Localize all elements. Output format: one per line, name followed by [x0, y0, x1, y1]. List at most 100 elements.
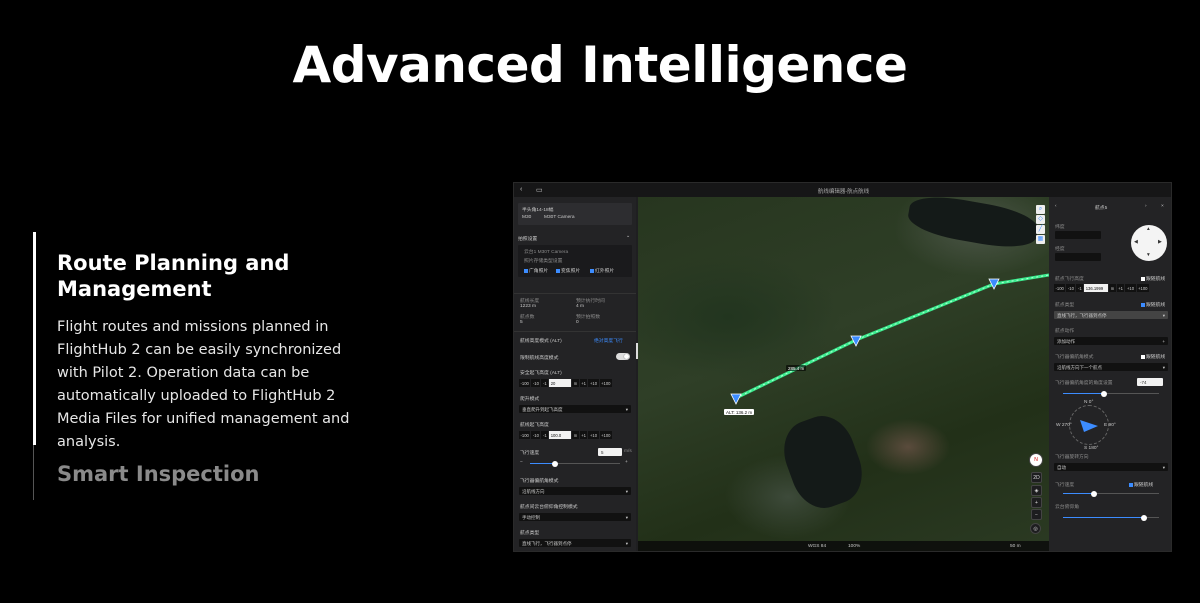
zoom-out-icon[interactable]: −	[1031, 509, 1042, 520]
layers-icon[interactable]: ◈	[1031, 485, 1042, 496]
waypoint-action-label: 航点动作	[1055, 329, 1075, 334]
gimbal-pitch-slider[interactable]	[1063, 514, 1159, 521]
follow-route-checkbox[interactable]: 跟随航线	[1141, 353, 1165, 360]
speed-unit: m/s	[624, 449, 632, 454]
waypoint-speed-label: 飞行速度	[1055, 483, 1075, 488]
zoom-level: 100%	[848, 544, 861, 549]
search-icon[interactable]: ⌕	[1036, 205, 1045, 214]
waypoint-altitude-label: 航点飞行高度	[1055, 277, 1084, 282]
app-titlebar: ‹ ▭ 航线编辑器-航点航线	[514, 183, 1171, 197]
heading-mode-label: 飞行器偏航角模式	[520, 479, 559, 484]
altitude-mode-link[interactable]: 绝对高度飞行	[594, 337, 623, 344]
segment-distance-label: 285.4 m	[786, 365, 807, 371]
map-scale: 50 m	[1010, 544, 1021, 549]
view-2d-toggle[interactable]: 2D	[1031, 472, 1042, 483]
locate-icon[interactable]: ◎	[1030, 523, 1041, 534]
route-time-value: 4 m	[576, 304, 584, 309]
latitude-input[interactable]	[1055, 231, 1101, 239]
latitude-label: 纬度	[1055, 225, 1065, 230]
plus-icon[interactable]: +	[625, 460, 628, 465]
waypoint-type-select[interactable]: 直线飞行，飞行器到点停 ▾	[1054, 311, 1168, 319]
waypoint-type-label: 航点类型	[1055, 303, 1075, 308]
route-info-card[interactable]: 半头角14-18幅 M30 M30T Camera	[518, 203, 632, 225]
position-dpad[interactable]: ▲ ▼ ◀ ▶	[1131, 225, 1167, 261]
satellite-map[interactable]: ALT: 136.2 m 285.4 m ⌕ ◇ ╱ ▦ N 2D ◈ + − …	[638, 197, 1049, 551]
photos-value: 0	[576, 320, 579, 325]
follow-route-checkbox[interactable]: 跟随航线	[1141, 301, 1165, 308]
gimbal-mode-select[interactable]: 手动控制 ▾	[519, 513, 631, 521]
heading-mode-select[interactable]: 沿航线方向 ▾	[519, 487, 631, 495]
follow-route-checkbox[interactable]: 跟随航线	[1141, 275, 1165, 282]
yaw-mode-select[interactable]: 沿航线方向下一个航点 ▾	[1054, 363, 1168, 371]
yaw-mode-label: 飞行器偏航角模式	[1055, 355, 1094, 360]
altitude-mode-label: 航线高度模式 (ALT)	[520, 339, 562, 344]
climb-mode-select[interactable]: 垂直爬升到起飞高度 ▾	[519, 405, 631, 413]
climb-altitude-stepper[interactable]: -100 -10 -1 100.0 m +1 +10 +100	[519, 431, 613, 439]
feature-list-divider	[33, 445, 34, 500]
route-name: 半头角14-18幅	[522, 208, 554, 213]
route-settings-panel: 半头角14-18幅 M30 M30T Camera 拍照设置 ⌄ 云台1 M30…	[514, 197, 636, 551]
safe-altitude-stepper[interactable]: -100 -10 -1 20 m +1 +10 +100	[519, 379, 613, 387]
waypoint-marker[interactable]	[988, 277, 1000, 290]
waypoints-label: 航点数	[520, 315, 535, 320]
prev-waypoint-button[interactable]: ‹	[1055, 204, 1057, 209]
route-overlay	[735, 273, 1049, 400]
waypoint-speed-slider[interactable]	[1063, 490, 1159, 497]
minus-icon[interactable]: −	[520, 460, 523, 465]
waypoint-marker[interactable]	[850, 334, 862, 347]
checkbox-zoom[interactable]: 变焦照片	[556, 267, 580, 274]
feature-list-active-indicator	[33, 232, 36, 445]
close-icon[interactable]: ×	[1161, 204, 1164, 209]
longitude-label: 经度	[1055, 247, 1065, 252]
camera-setting: 云台1 M30T Camera	[524, 250, 569, 255]
area-tool-icon[interactable]: ▦	[1036, 235, 1045, 244]
waypoints-value: 5	[520, 320, 523, 325]
longitude-input[interactable]	[1055, 253, 1101, 261]
yaw-angle-slider[interactable]	[1063, 390, 1159, 397]
compass-icon[interactable]: N	[1029, 453, 1043, 467]
safe-takeoff-toggle[interactable]	[616, 353, 630, 360]
map-status-bar: WGS 84 100% 50 m	[638, 541, 1049, 551]
app-screenshot-window: ‹ ▭ 航线编辑器-航点航线 半头角14-18幅 M30 M30T Camera…	[513, 182, 1172, 552]
follow-route-checkbox[interactable]: 跟随航线	[1129, 481, 1153, 488]
checkbox-ir[interactable]: 红外照片	[590, 267, 614, 274]
zoom-in-icon[interactable]: +	[1031, 497, 1042, 508]
climb-mode-label: 爬升模式	[520, 397, 540, 402]
page-title: Advanced Intelligence	[292, 36, 908, 94]
climb-altitude-label: 航线起飞高度	[520, 423, 549, 428]
waypoint-type-label: 航点类型	[520, 531, 540, 536]
checkbox-wide[interactable]: 广角照片	[524, 267, 548, 274]
shoot-settings-header: 拍照设置	[518, 237, 538, 242]
gimbal-pitch-label: 云台俯仰角	[1055, 505, 1079, 510]
gimbal-mode-label: 航点间云台俯仰角控制模式	[520, 505, 578, 510]
feature-title-route-planning[interactable]: Route Planning and Management	[57, 250, 357, 302]
yaw-angle-input[interactable]: -74	[1137, 378, 1163, 386]
route-length-label: 航线长度	[520, 299, 540, 304]
speed-slider[interactable]	[530, 460, 620, 467]
line-tool-icon[interactable]: ╱	[1036, 225, 1045, 234]
yaw-angle-label: 飞行器偏航角度的角度设置	[1055, 381, 1113, 386]
drone-model: M30	[522, 215, 532, 220]
speed-input[interactable]: 5	[598, 448, 622, 456]
waypoint-marker[interactable]	[730, 392, 742, 405]
feature-title-smart-inspection[interactable]: Smart Inspection	[57, 462, 259, 486]
waypoint-type-select[interactable]: 直线飞行，飞行器到点停 ▾	[519, 539, 631, 547]
route-length-value: 1223 m	[520, 304, 536, 309]
chevron-down-icon[interactable]: ⌄	[626, 234, 630, 239]
speed-label: 飞行速度	[520, 451, 540, 456]
coordinate-system: WGS 84	[808, 544, 827, 549]
safe-altitude-label: 安全起飞高度 (ALT)	[520, 371, 562, 376]
safe-takeoff-label: 限制航线高度模式	[520, 356, 559, 361]
turn-direction-select[interactable]: 自动 ▾	[1054, 463, 1168, 471]
photo-storage-label: 照片存储类型设置	[524, 259, 563, 264]
next-waypoint-button[interactable]: ›	[1145, 204, 1147, 209]
waypoint-altitude-label: ALT: 136.2 m	[724, 409, 755, 415]
add-action-button[interactable]: 添加动作 +	[1054, 337, 1168, 345]
turn-direction-label: 飞行器旋转方向	[1055, 455, 1089, 460]
waypoint-altitude-stepper[interactable]: -100 -10 -1 136.1999 m +1 +10 +100	[1054, 284, 1150, 292]
waypoint-tool-icon[interactable]: ◇	[1036, 215, 1045, 224]
heading-compass[interactable]: N 0° E 90° S 180° W 270°	[1056, 400, 1116, 451]
waypoint-settings-panel: ‹ 航点5 › × 纬度 经度 ▲ ▼ ◀ ▶ 航点飞行高度 跟随航线 -100…	[1049, 197, 1171, 551]
feature-description: Flight routes and missions planned in Fl…	[57, 319, 350, 450]
app-window-title: 航线编辑器-航点航线	[817, 189, 870, 195]
